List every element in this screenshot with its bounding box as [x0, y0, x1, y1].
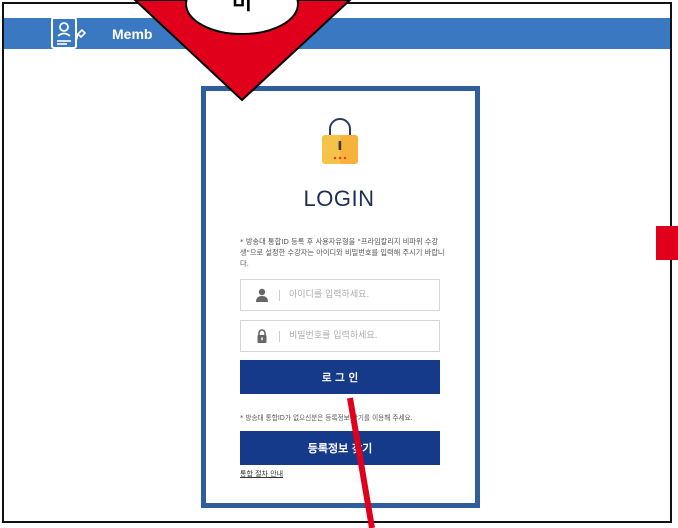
profile-document-icon — [51, 17, 87, 49]
top-header-bar: Memb — [4, 17, 670, 49]
annotation-marker — [656, 226, 678, 260]
padlock-icon — [257, 329, 267, 343]
lock-icon — [322, 118, 358, 164]
user-icon — [256, 288, 268, 302]
header-title: Memb — [112, 26, 153, 42]
login-button[interactable]: 로 그 인 — [240, 360, 440, 394]
no-id-notice: * 방송대 통합ID가 없으신분은 등록정보 찾기를 이용해 주세요. — [240, 414, 413, 422]
find-registration-button[interactable]: 등록정보 찾기 — [240, 431, 440, 465]
user-id-input[interactable] — [289, 280, 434, 310]
field-separator — [279, 290, 280, 301]
user-id-field[interactable] — [240, 279, 440, 311]
integration-guide-link[interactable]: 통합 절차 안내 — [240, 469, 283, 479]
field-separator — [279, 331, 280, 342]
password-field[interactable] — [240, 320, 440, 352]
annotation-step-label: 비 — [231, 0, 253, 15]
login-notice: * 방송대 통합ID 등록 후 사용자유형을 "프라임칼리지 비파위 수강생"으… — [240, 237, 445, 269]
login-title: LOGIN — [303, 186, 375, 211]
password-input[interactable] — [289, 321, 434, 351]
